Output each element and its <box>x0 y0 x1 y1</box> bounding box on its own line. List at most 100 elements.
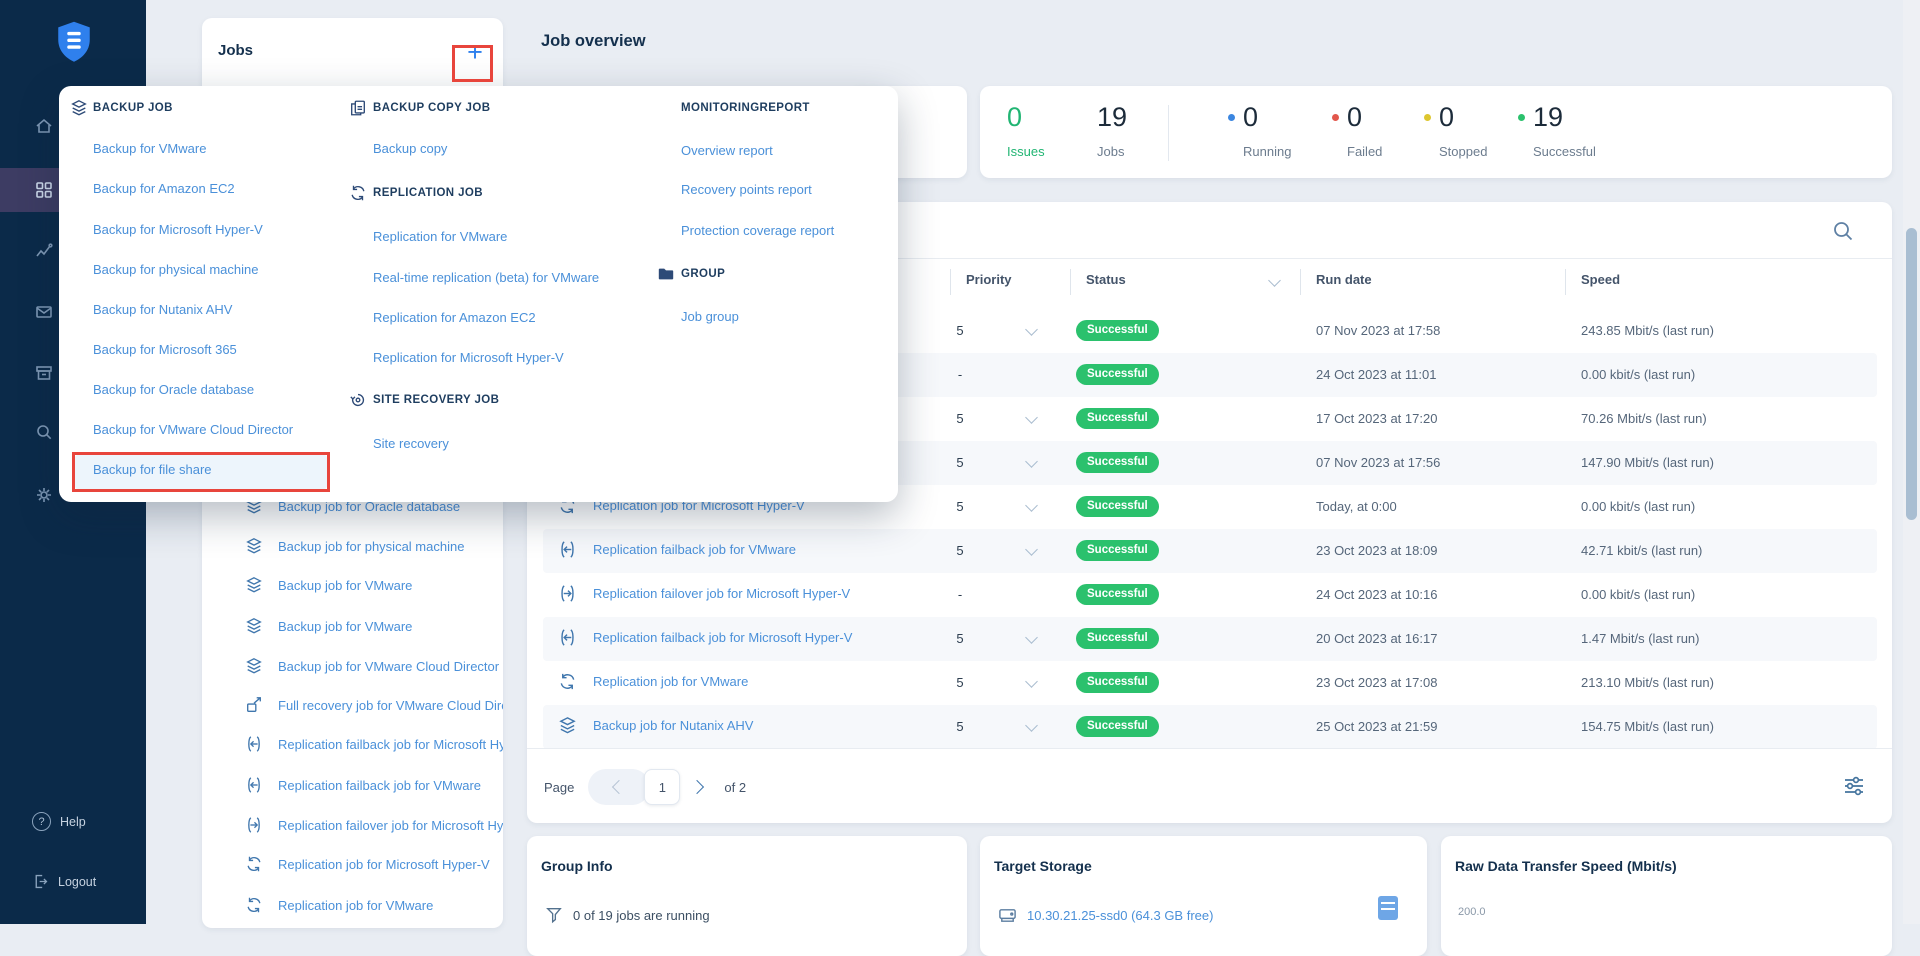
stat-issues: 0 Issues <box>1007 100 1045 159</box>
app-logo-shield-icon[interactable] <box>56 20 92 64</box>
table-row[interactable]: Replication failback job for Microsoft H… <box>543 617 1877 661</box>
table-settings-sliders-icon[interactable] <box>1842 774 1866 798</box>
menu-item[interactable]: Backup for Oracle database <box>93 380 254 400</box>
search-icon[interactable] <box>1832 220 1854 242</box>
running-dot-icon <box>1228 114 1235 121</box>
help-button[interactable]: ? Help <box>32 812 86 831</box>
analytics-icon[interactable] <box>34 241 54 261</box>
stat-running: 0 Running <box>1243 100 1291 159</box>
priority-chevron-icon[interactable] <box>1025 675 1038 688</box>
menu-item[interactable]: Job group <box>681 307 739 327</box>
messages-icon[interactable] <box>34 302 54 322</box>
column-header-speed[interactable]: Speed <box>1581 272 1620 287</box>
home-icon[interactable] <box>34 116 54 136</box>
priority-chevron-icon[interactable] <box>1025 719 1038 732</box>
menu-item-backup-for-file-share[interactable]: Backup for file share <box>93 460 212 480</box>
menu-item[interactable]: Backup for Microsoft Hyper-V <box>93 220 263 240</box>
settings-gear-icon[interactable] <box>34 485 54 505</box>
menu-item[interactable]: Backup for Nutanix AHV <box>93 300 232 320</box>
menu-item[interactable]: Backup for physical machine <box>93 260 258 280</box>
table-bottom-divider <box>527 748 1892 749</box>
prev-page-button[interactable] <box>588 769 650 805</box>
stat-stopped: 0 Stopped <box>1439 100 1487 159</box>
column-header-priority[interactable]: Priority <box>966 272 1012 287</box>
job-list-item[interactable]: Backup job for physical machine <box>245 535 464 557</box>
funnel-icon <box>545 906 563 924</box>
add-job-button[interactable]: + <box>460 38 490 68</box>
job-list-item[interactable]: Backup job for VMware <box>245 574 412 596</box>
replication-job-icon <box>558 672 577 691</box>
page-label: Page <box>544 780 574 795</box>
job-link[interactable]: Replication failover job for Microsoft H… <box>593 586 850 601</box>
menu-item[interactable]: Backup for Amazon EC2 <box>93 179 235 199</box>
menu-item[interactable]: Backup copy <box>373 139 447 159</box>
failover-job-icon <box>558 584 577 603</box>
job-link[interactable]: Backup job for Nutanix AHV <box>593 718 753 733</box>
column-header-run-date[interactable]: Run date <box>1316 272 1372 287</box>
priority-chevron-icon[interactable] <box>1025 543 1038 556</box>
col-sep <box>1070 269 1071 295</box>
priority-chevron-icon[interactable] <box>1025 631 1038 644</box>
table-row[interactable]: Replication failover job for Microsoft H… <box>543 573 1877 617</box>
next-page-button[interactable] <box>680 770 714 804</box>
chevron-right-icon <box>690 780 704 794</box>
menu-item[interactable]: Protection coverage report <box>681 221 834 241</box>
menu-item[interactable]: Overview report <box>681 141 773 161</box>
pagination: Page 1 of 2 <box>544 767 746 807</box>
backup-job-icon <box>245 576 263 594</box>
priority-chevron-icon[interactable] <box>1025 455 1038 468</box>
menu-item[interactable]: Backup for Microsoft 365 <box>93 340 237 360</box>
jobs-grid-icon[interactable] <box>34 180 54 200</box>
job-link[interactable]: Replication failback job for VMware <box>593 542 796 557</box>
replication-icon <box>349 184 367 202</box>
status-badge: Successful <box>1076 628 1159 649</box>
job-list-item[interactable]: Replication failback job for Microsoft H… <box>245 733 503 755</box>
group-info-card: Group Info 0 of 19 jobs are running <box>527 836 967 956</box>
menu-item[interactable]: Replication for VMware <box>373 227 507 247</box>
group-info-title: Group Info <box>541 858 613 874</box>
job-list-item[interactable]: Replication job for Microsoft Hyper-V <box>245 853 490 875</box>
table-row[interactable]: Backup job for Nutanix AHV 5 Successful … <box>543 705 1877 749</box>
job-list-item[interactable]: Replication failover job for Microsoft H… <box>245 814 503 836</box>
job-list-item[interactable]: Backup job for VMware <box>245 615 412 637</box>
job-link[interactable]: Replication failback job for Microsoft H… <box>593 630 852 645</box>
table-row[interactable]: Replication failback job for VMware 5 Su… <box>543 529 1877 573</box>
failover-job-icon <box>245 816 263 834</box>
storage-link[interactable]: 10.30.21.25-ssd0 (64.3 GB free) <box>1027 908 1213 923</box>
menu-item[interactable]: Site recovery <box>373 434 449 454</box>
col-sep <box>1300 269 1301 295</box>
priority-chevron-icon[interactable] <box>1025 411 1038 424</box>
menu-item[interactable]: Replication for Microsoft Hyper-V <box>373 348 564 368</box>
replication-job-icon <box>245 896 263 914</box>
raw-speed-card: Raw Data Transfer Speed (Mbit/s) 200.0 <box>1441 836 1892 956</box>
page-total-label: of 2 <box>724 780 746 795</box>
logout-button[interactable]: Logout <box>32 873 96 890</box>
status-filter-chevron-icon[interactable] <box>1268 274 1281 287</box>
column-header-status[interactable]: Status <box>1086 272 1126 287</box>
status-badge: Successful <box>1076 408 1159 429</box>
job-link[interactable]: Replication job for VMware <box>593 674 748 689</box>
priority-chevron-icon[interactable] <box>1025 323 1038 336</box>
resources-icon[interactable] <box>34 363 54 383</box>
job-list-item[interactable]: Replication failback job for VMware <box>245 774 481 796</box>
menu-item[interactable]: Recovery points report <box>681 180 812 200</box>
stat-failed: 0 Failed <box>1347 100 1382 159</box>
job-list-item[interactable]: Backup job for VMware Cloud Director <box>245 655 499 677</box>
menu-item[interactable]: Backup for VMware Cloud Director <box>93 420 293 440</box>
job-list-item[interactable]: Full recovery job for VMware Cloud Direc… <box>245 694 503 716</box>
menu-item[interactable]: Replication for Amazon EC2 <box>373 308 536 328</box>
search-nav-icon[interactable] <box>34 422 54 442</box>
menu-item[interactable]: Real-time replication (beta) for VMware <box>373 268 599 288</box>
scrollbar-thumb[interactable] <box>1906 228 1917 520</box>
successful-dot-icon <box>1518 114 1525 121</box>
stat-successful: 19 Successful <box>1533 100 1596 159</box>
table-row[interactable]: Replication job for VMware 5 Successful … <box>543 661 1877 705</box>
job-list-item[interactable]: Replication job for VMware <box>245 894 433 916</box>
logout-label: Logout <box>58 875 96 889</box>
menu-item[interactable]: Backup for VMware <box>93 139 206 159</box>
status-badge: Successful <box>1076 496 1159 517</box>
backup-job-icon <box>245 537 263 555</box>
scrollbar-track[interactable] <box>1903 0 1920 924</box>
current-page-box[interactable]: 1 <box>644 769 680 805</box>
priority-chevron-icon[interactable] <box>1025 499 1038 512</box>
